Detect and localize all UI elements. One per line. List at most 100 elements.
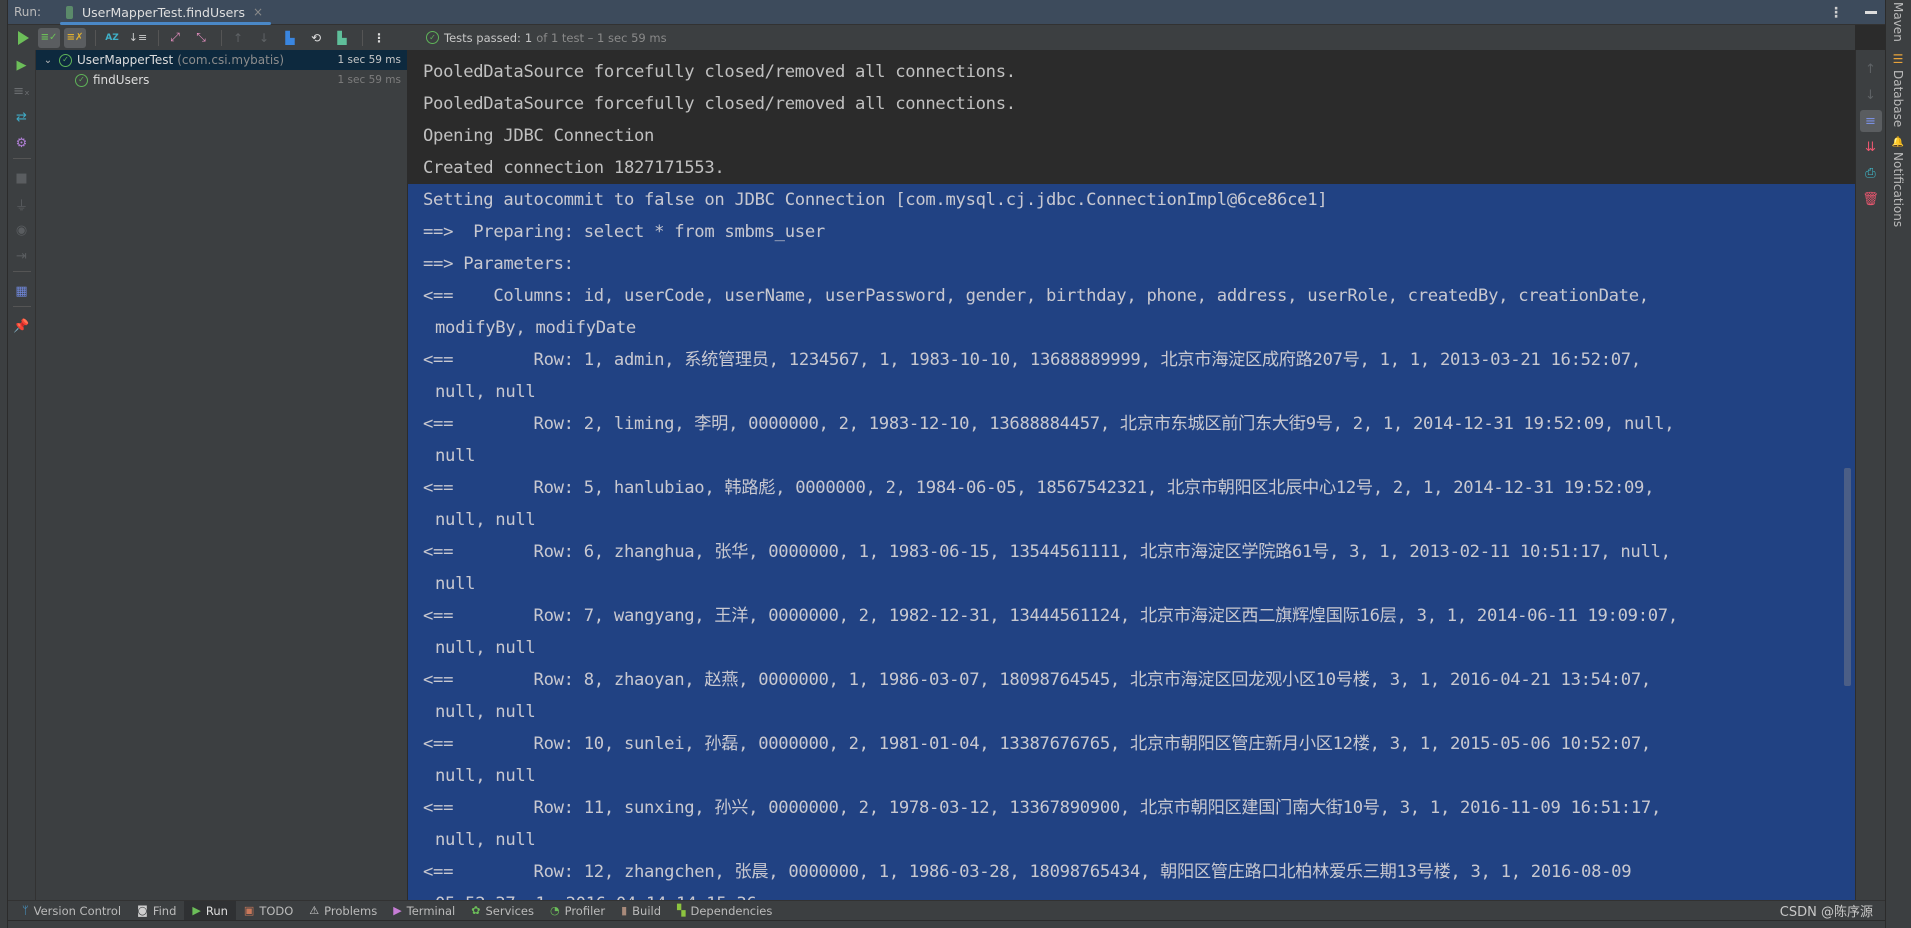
scroll-down-button[interactable]: ↓ (1860, 84, 1882, 106)
more-icon: ⋮ (373, 30, 385, 45)
layout-button[interactable]: ▦ (11, 280, 33, 302)
status-bar (8, 920, 1885, 928)
expand-all-button[interactable]: ⤢ (164, 28, 186, 48)
next-failed-button[interactable]: ↓ (253, 28, 275, 48)
console-output[interactable]: PooledDataSource forcefully closed/remov… (408, 50, 1855, 900)
soft-wrap-button[interactable]: ≡ (1859, 110, 1882, 132)
scroll-up-icon: ↑ (1865, 61, 1876, 77)
tool-tab-services[interactable]: ✿ Services (463, 901, 542, 921)
rerun-icon: ▶ (16, 57, 27, 73)
rerun-failed-button[interactable]: ≡ₓ (11, 80, 33, 102)
notifications-icon: 🔔 (1892, 136, 1904, 149)
rerun-button[interactable] (12, 28, 34, 48)
services-icon: ✿ (471, 904, 481, 917)
close-tab-icon[interactable]: × (253, 5, 263, 19)
scroll-down-icon: ↓ (1865, 87, 1876, 103)
console-line: Created connection 1827171553. (423, 158, 725, 178)
export-tests-icon: ▙ (337, 30, 347, 45)
previous-failed-button[interactable]: ↑ (227, 28, 249, 48)
more-options-icon[interactable]: ⋮ (1829, 5, 1843, 21)
console-line: <== Row: 5, hanlubiao, 韩路彪, 0000000, 2, … (408, 472, 1855, 504)
tests-status-label: Tests passed: (444, 30, 521, 45)
toolbar-separator (221, 29, 222, 46)
todo-icon: ▣ (243, 904, 255, 917)
dump-threads-button[interactable]: ◉ (11, 219, 33, 241)
tests-status-detail: of 1 test – 1 sec 59 ms (536, 30, 667, 45)
console-line: null, null (408, 504, 1855, 536)
console-line: null, null (408, 632, 1855, 664)
database-tab[interactable]: ☰ Database (1891, 52, 1905, 127)
gutter-separator (12, 158, 31, 159)
tool-tab-problems[interactable]: ⚠ Problems (301, 901, 385, 921)
show-ignored-button[interactable]: ≡✗ (64, 27, 86, 48)
test-name: findUsers (93, 73, 150, 87)
scroll-up-button[interactable]: ↑ (1860, 58, 1882, 80)
tool-tab-find[interactable]: ◙ Find (129, 901, 184, 921)
maven-tab-label: Maven (1891, 2, 1905, 42)
passed-check-icon: ✓ (426, 31, 439, 44)
exit-button[interactable]: ⇥ (11, 245, 33, 267)
clear-all-button[interactable]: 🗑 (1860, 188, 1882, 210)
test-duration: 1 sec 59 ms (337, 74, 401, 86)
print-button[interactable]: ⎙ (1860, 162, 1882, 184)
console-line: <== Row: 7, wangyang, 王洋, 0000000, 2, 19… (408, 600, 1855, 632)
find-icon: ◙ (137, 904, 148, 917)
prev-failed-icon: ↑ (232, 30, 244, 45)
maven-tab[interactable]: Maven (1891, 2, 1905, 42)
tool-tab-version-control[interactable]: ᛘ Version Control (14, 901, 129, 921)
tool-tab-profiler[interactable]: ◔ Profiler (542, 901, 613, 921)
attach-debugger-button[interactable]: ⏚ (11, 193, 33, 215)
notifications-tab-label: Notifications (1891, 152, 1905, 228)
dependencies-icon: ▚ (677, 904, 686, 917)
toggle-auto-test-button[interactable]: ⇄ (11, 106, 33, 128)
console-line: ==> Parameters: (408, 248, 1855, 280)
collapse-all-button[interactable]: ⤡ (190, 28, 212, 48)
rerun-button[interactable]: ▶ (11, 54, 33, 76)
problems-icon: ⚠ (309, 904, 320, 917)
tests-passed-count: 1 (524, 30, 533, 45)
show-passed-button[interactable]: ≡✓ (38, 27, 60, 48)
more-button[interactable]: ⋮ (368, 28, 390, 48)
build-icon: ▮ (621, 904, 628, 917)
import-tests-button[interactable]: ▙ (279, 28, 301, 48)
tool-tab-todo[interactable]: ▣ TODO (236, 901, 301, 921)
export-tests-button[interactable]: ▙ (331, 28, 353, 48)
minimize-icon[interactable] (1865, 11, 1877, 14)
tree-node-usermappertest[interactable]: ⌄ ✓ UserMapperTest (com.csi.mybatis) 1 sec 5… (36, 50, 407, 70)
database-tab-label: Database (1891, 70, 1905, 128)
test-results-tree: ⌄ ✓ UserMapperTest (com.csi.mybatis) 1 sec 5… (36, 50, 408, 900)
toolbar-separator (95, 29, 96, 46)
sort-by-duration-button[interactable]: ↓≡ (127, 28, 149, 48)
sort-duration-icon: ↓≡ (128, 31, 148, 44)
tree-node-findusers[interactable]: ✓ findUsers 1 sec 59 ms (36, 70, 407, 90)
tool-tab-dependencies[interactable]: ▚ Dependencies (669, 901, 780, 921)
attach-debugger-icon: ⏚ (14, 198, 28, 214)
tool-tab-build[interactable]: ▮ Build (613, 901, 669, 921)
passed-check-icon: ✓ (59, 53, 72, 67)
settings-button[interactable]: ⚙ (11, 132, 33, 154)
tab-usermappertest-findusers[interactable]: UserMapperTest.findUsers × (60, 0, 272, 25)
test-history-button[interactable]: ⟲ (305, 28, 327, 48)
console-line: <== Row: 6, zhanghua, 张华, 0000000, 1, 19… (408, 536, 1855, 568)
clear-all-icon: 🗑 (1862, 191, 1879, 207)
stop-button[interactable]: ■ (11, 167, 33, 189)
notifications-tab[interactable]: 🔔 Notifications (1891, 136, 1905, 227)
sort-alphabetically-button[interactable]: AZ (101, 28, 123, 48)
console-line: Opening JDBC Connection (423, 126, 655, 146)
tool-tab-terminal[interactable]: ▶ Terminal (385, 901, 463, 921)
tool-tab-label: Problems (324, 903, 378, 918)
right-tool-sidebar: Maven ☰ Database 🔔 Notifications (1885, 0, 1911, 928)
scroll-to-end-button[interactable]: ⇊ (1860, 136, 1882, 158)
rerun-icon (17, 30, 29, 45)
database-icon: ☰ (1891, 52, 1905, 66)
tool-tab-run[interactable]: ▶ Run (184, 900, 236, 921)
pin-button[interactable]: 📌 (11, 315, 33, 337)
console-scrollbar-thumb[interactable] (1844, 468, 1851, 686)
rerun-failed-icon: ≡ₓ (13, 83, 30, 99)
console-line: modifyBy, modifyDate (408, 312, 1855, 344)
console-line: null (408, 440, 1855, 472)
run-icon: ▶ (192, 904, 201, 917)
chevron-down-icon[interactable]: ⌄ (41, 55, 55, 66)
scroll-to-end-icon: ⇊ (1865, 139, 1876, 155)
console-line: 05:52:37, 1, 2016-04-14 14:15:36 (408, 888, 1855, 900)
